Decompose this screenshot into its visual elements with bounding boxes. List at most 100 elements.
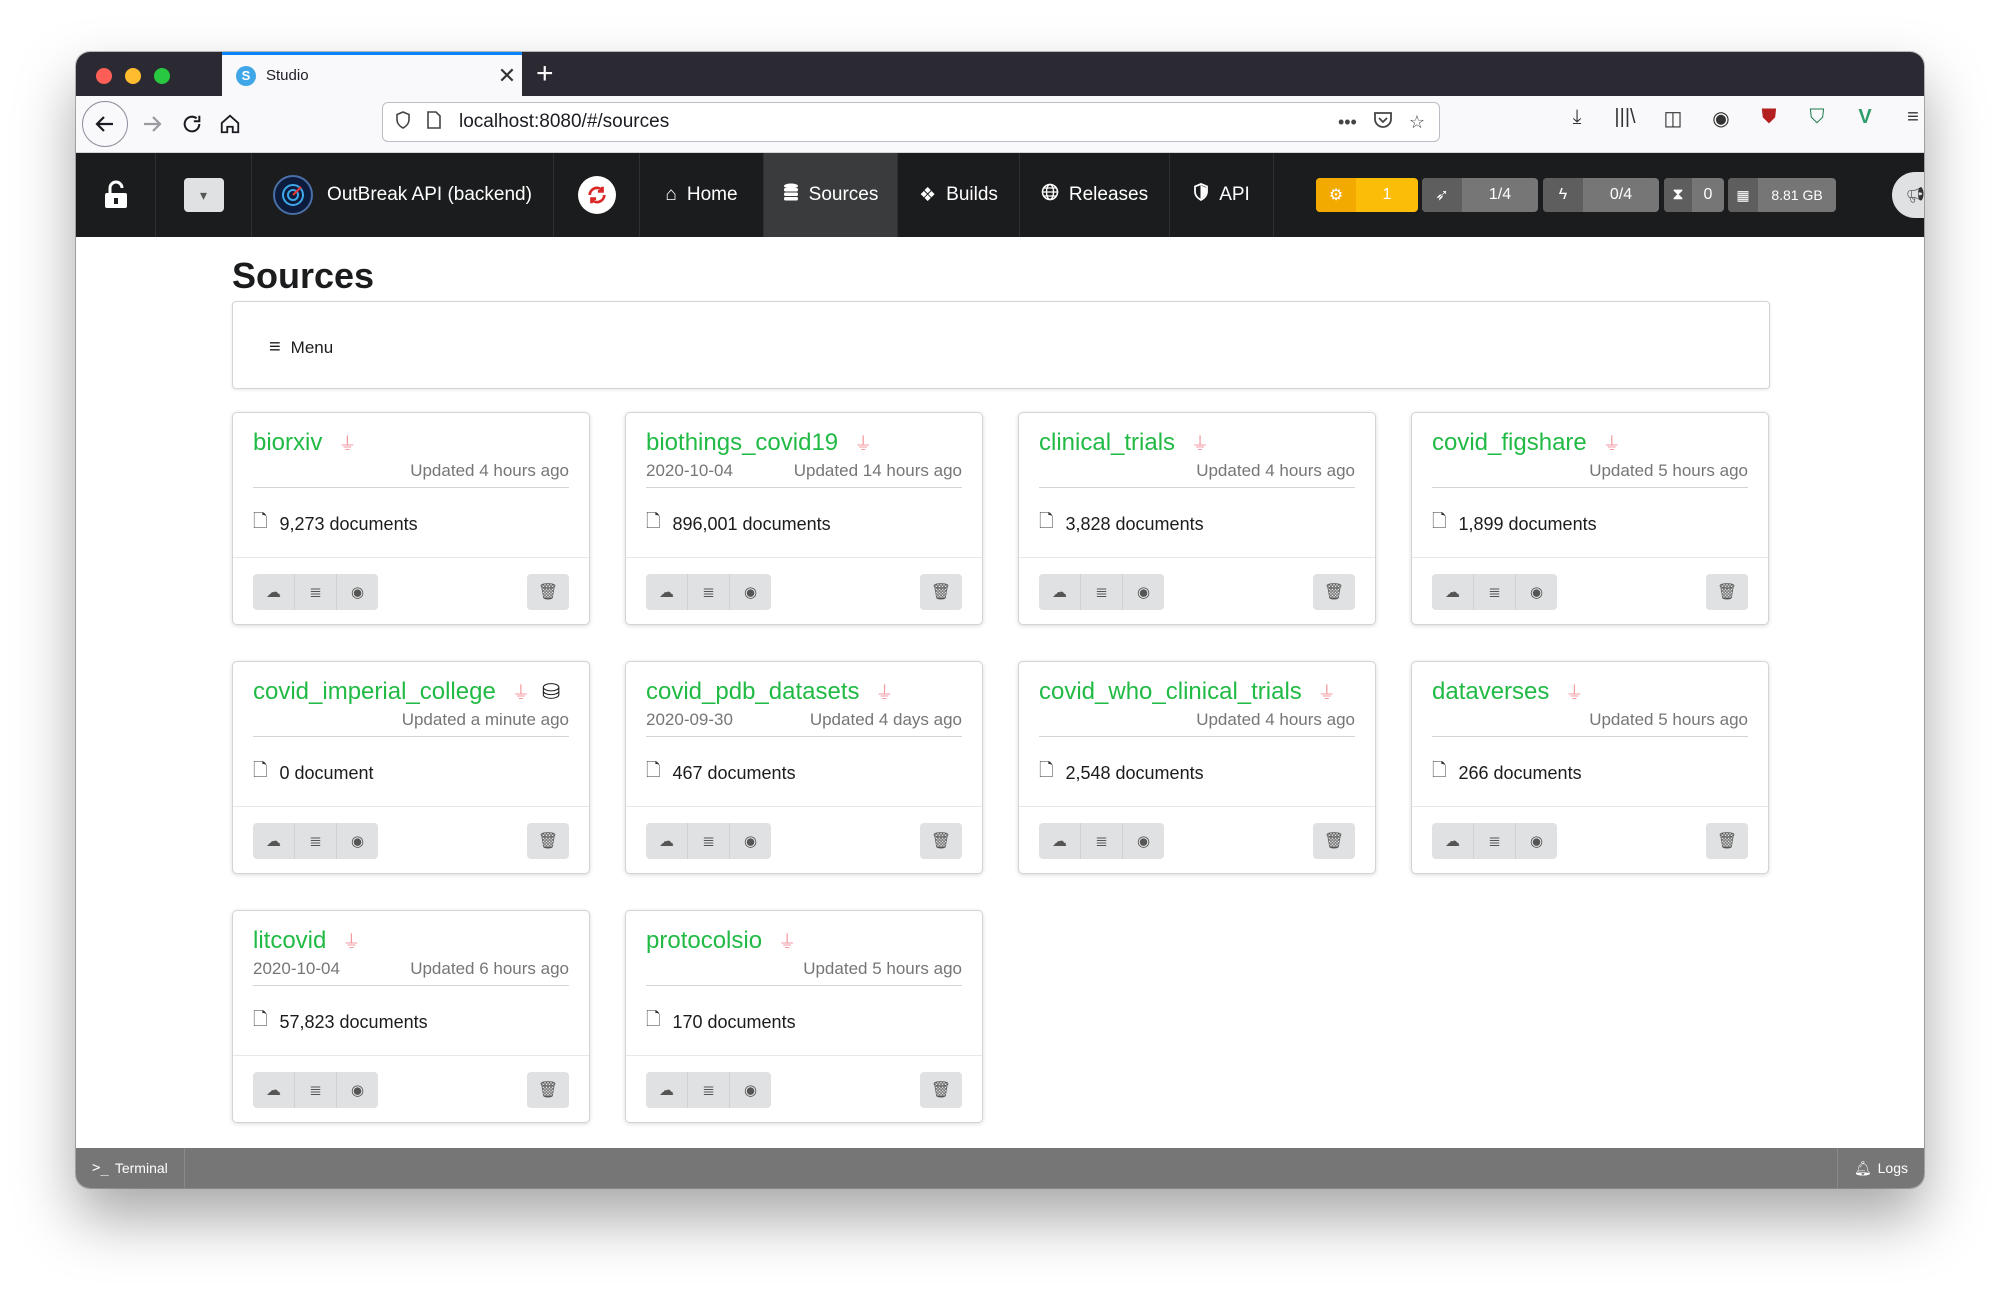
- forward-button[interactable]: [134, 106, 170, 142]
- source-name-link[interactable]: dataverses ⏚: [1432, 678, 1583, 706]
- library-icon[interactable]: |||\: [1612, 106, 1638, 131]
- inspect-button-eye-icon[interactable]: ◉: [337, 1072, 378, 1108]
- plug-icon: ⏚: [875, 683, 894, 703]
- upload-button-database-icon[interactable]: ≣: [1474, 574, 1516, 610]
- delete-button-trash-icon[interactable]: 🗑︎: [527, 823, 569, 859]
- privacy-badger-icon[interactable]: ⛉: [1804, 106, 1830, 131]
- source-date: 2020-10-04: [253, 959, 340, 978]
- vue-devtools-icon[interactable]: V: [1852, 106, 1878, 131]
- upload-button-database-icon[interactable]: ≣: [688, 574, 730, 610]
- browser-tab[interactable]: S Studio ✕: [222, 52, 522, 96]
- collapse-button[interactable]: ▾: [156, 153, 252, 237]
- inspect-button-eye-icon[interactable]: ◉: [337, 574, 378, 610]
- nav-api[interactable]: API: [1170, 153, 1274, 237]
- dump-button-cloud-download-icon[interactable]: ☁: [646, 574, 688, 610]
- dump-button-cloud-download-icon[interactable]: ☁: [1039, 574, 1081, 610]
- sidebar-icon[interactable]: ◫: [1660, 106, 1686, 131]
- upload-button-database-icon[interactable]: ≣: [688, 1072, 730, 1108]
- bookmark-star-icon[interactable]: ☆: [1409, 112, 1425, 133]
- dump-button-cloud-download-icon[interactable]: ☁: [1432, 823, 1474, 859]
- inspect-button-eye-icon[interactable]: ◉: [1516, 574, 1557, 610]
- memory-badge[interactable]: ▦ 8.81 GB: [1728, 178, 1836, 212]
- navigation-toolbar: localhost:8080/#/sources ••• ☆ ⤓ |||\ ◫ …: [76, 96, 1924, 153]
- delete-button-trash-icon[interactable]: 🗑︎: [920, 574, 962, 610]
- action-button-group: ☁ ≣ ◉: [1039, 574, 1164, 610]
- upload-button-database-icon[interactable]: ≣: [295, 823, 337, 859]
- ublock-icon[interactable]: ⛊: [1756, 106, 1782, 131]
- delete-button-trash-icon[interactable]: 🗑︎: [1313, 823, 1355, 859]
- nav-releases[interactable]: Releases: [1020, 153, 1170, 237]
- inspect-button-eye-icon[interactable]: ◉: [337, 823, 378, 859]
- zoom-window-button[interactable]: [154, 68, 170, 84]
- inspect-button-eye-icon[interactable]: ◉: [730, 823, 771, 859]
- queue-badge[interactable]: ⧗ 0: [1664, 178, 1724, 212]
- minimize-window-button[interactable]: [125, 68, 141, 84]
- upload-button-database-icon[interactable]: ≣: [1081, 823, 1123, 859]
- upload-button-database-icon[interactable]: ≣: [688, 823, 730, 859]
- app-brand[interactable]: OutBreak API (backend): [252, 153, 554, 237]
- close-tab-icon[interactable]: ✕: [492, 63, 522, 89]
- upload-button-database-icon[interactable]: ≣: [295, 574, 337, 610]
- close-window-button[interactable]: [96, 68, 112, 84]
- terminal-button[interactable]: >_ Terminal: [76, 1148, 185, 1188]
- dump-button-cloud-download-icon[interactable]: ☁: [253, 823, 295, 859]
- dump-button-cloud-download-icon[interactable]: ☁: [253, 574, 295, 610]
- processes-badge[interactable]: ⚙ 1: [1316, 178, 1418, 212]
- nav-sources[interactable]: Sources: [764, 153, 898, 237]
- dump-button-cloud-download-icon[interactable]: ☁: [1432, 574, 1474, 610]
- nav-home[interactable]: ⌂ Home: [640, 153, 764, 237]
- delete-button-trash-icon[interactable]: 🗑︎: [1706, 574, 1748, 610]
- source-name-link[interactable]: litcovid ⏚: [253, 927, 360, 955]
- threads-badge[interactable]: ϟ 0/4: [1543, 178, 1659, 212]
- upload-button-database-icon[interactable]: ≣: [1474, 823, 1516, 859]
- upload-button-database-icon[interactable]: ≣: [1081, 574, 1123, 610]
- download-icon[interactable]: ⤓: [1564, 106, 1590, 131]
- jobs-badge[interactable]: ➶ 1/4: [1422, 178, 1538, 212]
- source-name-link[interactable]: protocolsio ⏚: [646, 927, 796, 955]
- delete-button-trash-icon[interactable]: 🗑︎: [1313, 574, 1355, 610]
- dump-button-cloud-download-icon[interactable]: ☁: [646, 823, 688, 859]
- dump-button-cloud-download-icon[interactable]: ☁: [253, 1072, 295, 1108]
- new-tab-icon[interactable]: +: [536, 57, 554, 91]
- reload-button[interactable]: [174, 106, 210, 142]
- lock-button[interactable]: [76, 153, 156, 237]
- delete-button-trash-icon[interactable]: 🗑︎: [920, 823, 962, 859]
- app-menu-icon[interactable]: ≡: [1900, 106, 1924, 131]
- delete-button-trash-icon[interactable]: 🗑︎: [1706, 823, 1748, 859]
- inspect-button-eye-icon[interactable]: ◉: [1123, 823, 1164, 859]
- delete-button-trash-icon[interactable]: 🗑︎: [920, 1072, 962, 1108]
- inspect-button-eye-icon[interactable]: ◉: [730, 574, 771, 610]
- notifications-button[interactable]: 📢︎ 0: [1892, 172, 1924, 218]
- jobs-count: 1/4: [1488, 186, 1512, 203]
- file-icon: 🗋︎: [253, 511, 268, 531]
- home-button[interactable]: [212, 106, 248, 142]
- delete-button-trash-icon[interactable]: 🗑︎: [527, 1072, 569, 1108]
- source-name-link[interactable]: covid_imperial_college ⏚ ⛁: [253, 678, 560, 706]
- nav-builds[interactable]: ❖ Builds: [898, 153, 1020, 237]
- source-name-link[interactable]: clinical_trials ⏚: [1039, 429, 1209, 457]
- plug-icon: ⏚: [854, 434, 873, 454]
- source-name-link[interactable]: biorxiv ⏚: [253, 429, 356, 457]
- menu-button[interactable]: ≡ Menu: [269, 336, 333, 359]
- action-button-group: ☁ ≣ ◉: [1432, 823, 1557, 859]
- account-icon[interactable]: ◉: [1708, 106, 1734, 131]
- delete-button-trash-icon[interactable]: 🗑︎: [527, 574, 569, 610]
- source-name-link[interactable]: biothings_covid19 ⏚: [646, 429, 872, 457]
- source-name-link[interactable]: covid_figshare ⏚: [1432, 429, 1621, 457]
- shield-icon[interactable]: [395, 110, 411, 134]
- refresh-button[interactable]: [554, 153, 640, 237]
- source-name-link[interactable]: covid_pdb_datasets ⏚: [646, 678, 894, 706]
- dump-button-cloud-download-icon[interactable]: ☁: [1039, 823, 1081, 859]
- logs-button[interactable]: 🔔︎ Logs: [1836, 1148, 1924, 1188]
- bullhorn-icon: 📢︎: [1906, 187, 1924, 204]
- inspect-button-eye-icon[interactable]: ◉: [1123, 574, 1164, 610]
- more-actions-icon[interactable]: •••: [1338, 112, 1357, 133]
- dump-button-cloud-download-icon[interactable]: ☁: [646, 1072, 688, 1108]
- source-name-link[interactable]: covid_who_clinical_trials ⏚: [1039, 678, 1336, 706]
- pocket-icon[interactable]: [1373, 111, 1393, 134]
- inspect-button-eye-icon[interactable]: ◉: [1516, 823, 1557, 859]
- inspect-button-eye-icon[interactable]: ◉: [730, 1072, 771, 1108]
- url-bar[interactable]: localhost:8080/#/sources ••• ☆: [382, 102, 1440, 142]
- back-button[interactable]: [82, 101, 128, 147]
- upload-button-database-icon[interactable]: ≣: [295, 1072, 337, 1108]
